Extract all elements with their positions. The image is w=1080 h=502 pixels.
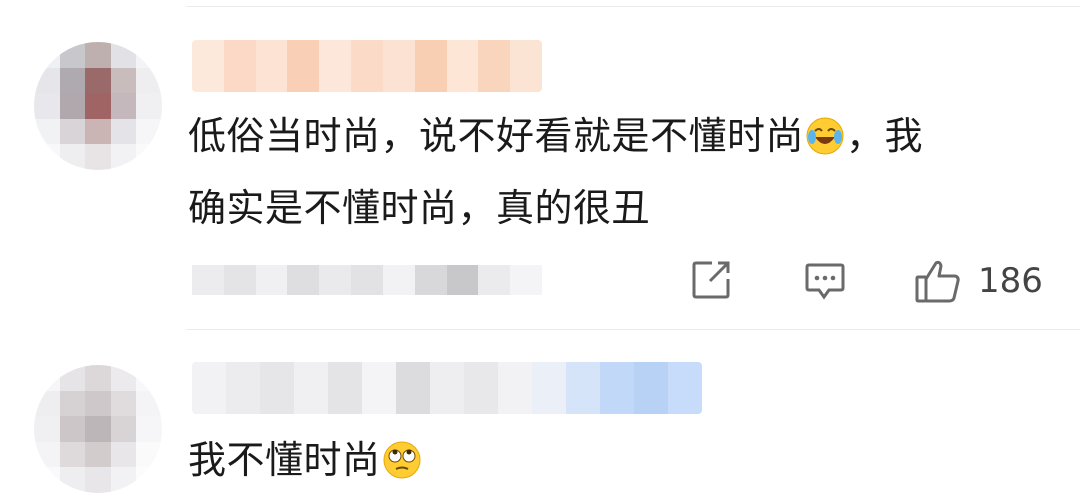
rolling-eyes-emoji-icon (383, 430, 421, 479)
avatar[interactable] (34, 365, 162, 493)
username-blurred[interactable] (192, 362, 702, 414)
thumbs-up-icon (915, 260, 960, 303)
like-count: 186 (978, 261, 1043, 301)
comment-text: 低俗当时尚，说不好看就是不懂时尚 ，我 确实是不懂时尚，真的很丑 (188, 100, 1068, 244)
comment-icon (805, 263, 845, 300)
username-blurred[interactable] (192, 40, 542, 92)
comment-text: 我不懂时尚 (188, 424, 423, 496)
share-button[interactable] (690, 259, 732, 301)
like-button[interactable]: 186 (914, 257, 1043, 305)
meta-blurred (192, 265, 542, 295)
comment-text-part: ，我 (846, 114, 924, 158)
comment-text-part: 我不懂时尚 (188, 438, 381, 482)
avatar[interactable] (34, 42, 162, 170)
share-icon (692, 261, 730, 299)
comment-divider (186, 329, 1080, 330)
laugh-cry-emoji-icon (806, 106, 844, 155)
comment-text-part: 低俗当时尚，说不好看就是不懂时尚 (188, 114, 805, 158)
comment-text-line: 确实是不懂时尚，真的很丑 (188, 186, 651, 230)
top-divider (186, 6, 1080, 7)
reply-button[interactable] (804, 260, 846, 302)
